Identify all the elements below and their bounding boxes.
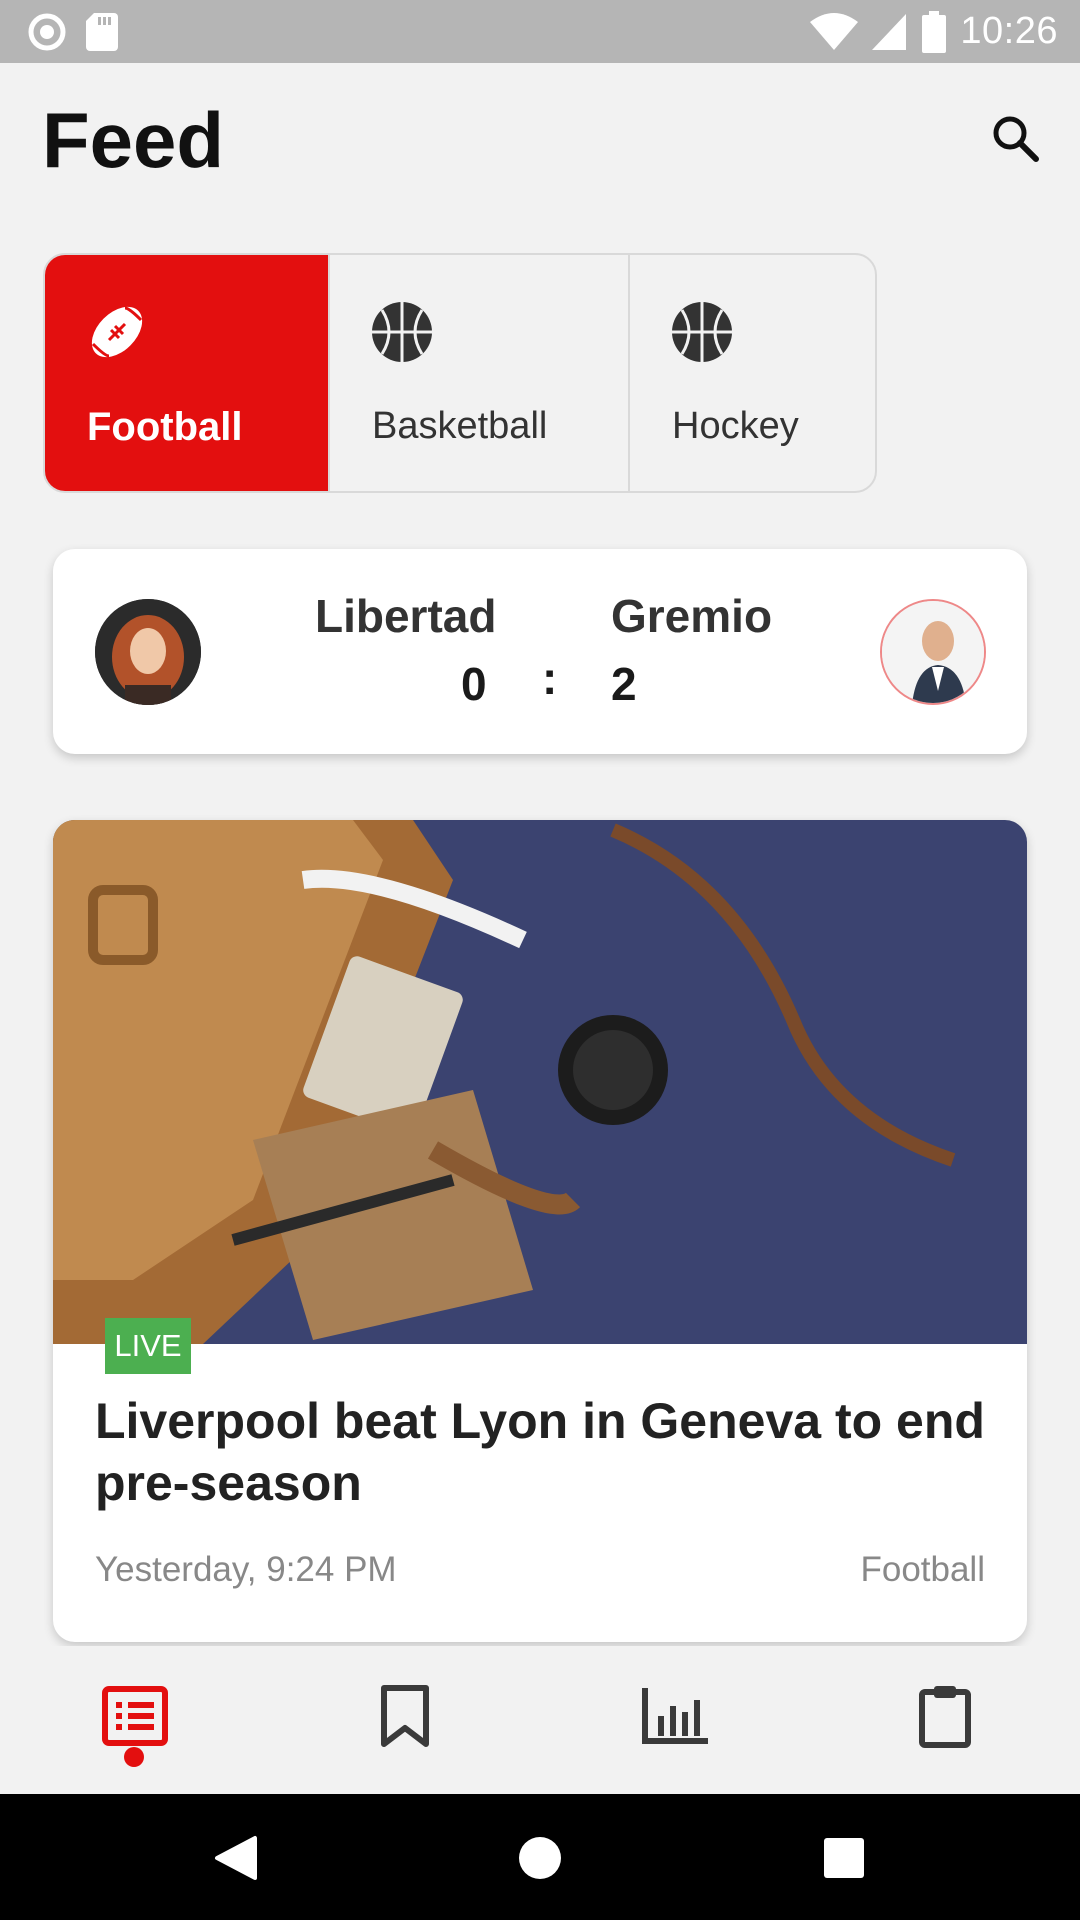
man-portrait-icon bbox=[882, 601, 984, 703]
tab-football-label: Football bbox=[87, 405, 243, 449]
sd-card-icon bbox=[86, 13, 118, 51]
nav-clipboard[interactable] bbox=[905, 1676, 985, 1756]
tab-basketball-label: Basketball bbox=[372, 405, 548, 447]
nav-stats[interactable] bbox=[635, 1676, 715, 1756]
sport-tabs: Football Basketball Hockey bbox=[43, 253, 877, 493]
news-headline: Liverpool beat Lyon in Geneva to end pre… bbox=[95, 1393, 985, 1511]
basketball-icon bbox=[372, 302, 432, 362]
recents-button[interactable] bbox=[814, 1828, 874, 1888]
basketball-icon bbox=[672, 302, 732, 362]
bookmark-icon bbox=[381, 1685, 429, 1747]
tab-hockey-label: Hockey bbox=[672, 405, 799, 447]
circle-notification-icon bbox=[28, 13, 66, 51]
wifi-icon bbox=[810, 12, 859, 50]
active-indicator-dot bbox=[124, 1747, 144, 1767]
home-team-name: Libertad bbox=[315, 590, 497, 642]
live-badge: LIVE bbox=[105, 1318, 191, 1374]
match-score-card[interactable]: Libertad Gremio 0 : 2 bbox=[53, 549, 1027, 754]
status-bar: 10:26 bbox=[0, 0, 1080, 63]
home-score: 0 bbox=[461, 658, 487, 710]
away-team-avatar bbox=[880, 599, 986, 705]
away-team-name: Gremio bbox=[611, 590, 773, 642]
nav-feed[interactable] bbox=[95, 1676, 175, 1756]
news-card[interactable]: LIVE Liverpool beat Lyon in Geneva to en… bbox=[53, 820, 1027, 1642]
bottom-nav bbox=[0, 1646, 1080, 1794]
system-nav-bar bbox=[0, 1794, 1080, 1920]
away-score: 2 bbox=[611, 658, 637, 710]
american-football-icon bbox=[91, 306, 143, 358]
feed-list-icon bbox=[102, 1686, 168, 1746]
news-image bbox=[53, 820, 1027, 1344]
status-time: 10:26 bbox=[960, 10, 1058, 52]
battery-icon bbox=[922, 10, 947, 53]
tab-basketball[interactable]: Basketball bbox=[328, 255, 628, 491]
status-right: 10:26 bbox=[810, 10, 1058, 53]
status-left bbox=[28, 13, 118, 51]
tab-football[interactable]: Football bbox=[45, 255, 328, 491]
nav-bookmarks[interactable] bbox=[365, 1676, 445, 1756]
home-team-avatar bbox=[95, 599, 201, 705]
page-title: Feed bbox=[42, 96, 225, 184]
score-separator: : bbox=[542, 652, 558, 704]
clipboard-icon bbox=[919, 1686, 971, 1748]
news-category: Football bbox=[860, 1550, 985, 1589]
bar-chart-icon bbox=[642, 1688, 708, 1744]
home-button[interactable] bbox=[510, 1828, 570, 1888]
recents-square-icon bbox=[824, 1838, 864, 1878]
news-timestamp: Yesterday, 9:24 PM bbox=[95, 1550, 397, 1589]
home-circle-icon bbox=[519, 1837, 561, 1879]
search-icon bbox=[993, 116, 1039, 162]
back-triangle-icon bbox=[215, 1836, 257, 1880]
search-button[interactable] bbox=[985, 108, 1045, 168]
back-button[interactable] bbox=[206, 1828, 266, 1888]
tab-hockey[interactable]: Hockey bbox=[628, 255, 875, 491]
signal-icon bbox=[872, 13, 907, 50]
woman-portrait-icon bbox=[95, 599, 201, 705]
